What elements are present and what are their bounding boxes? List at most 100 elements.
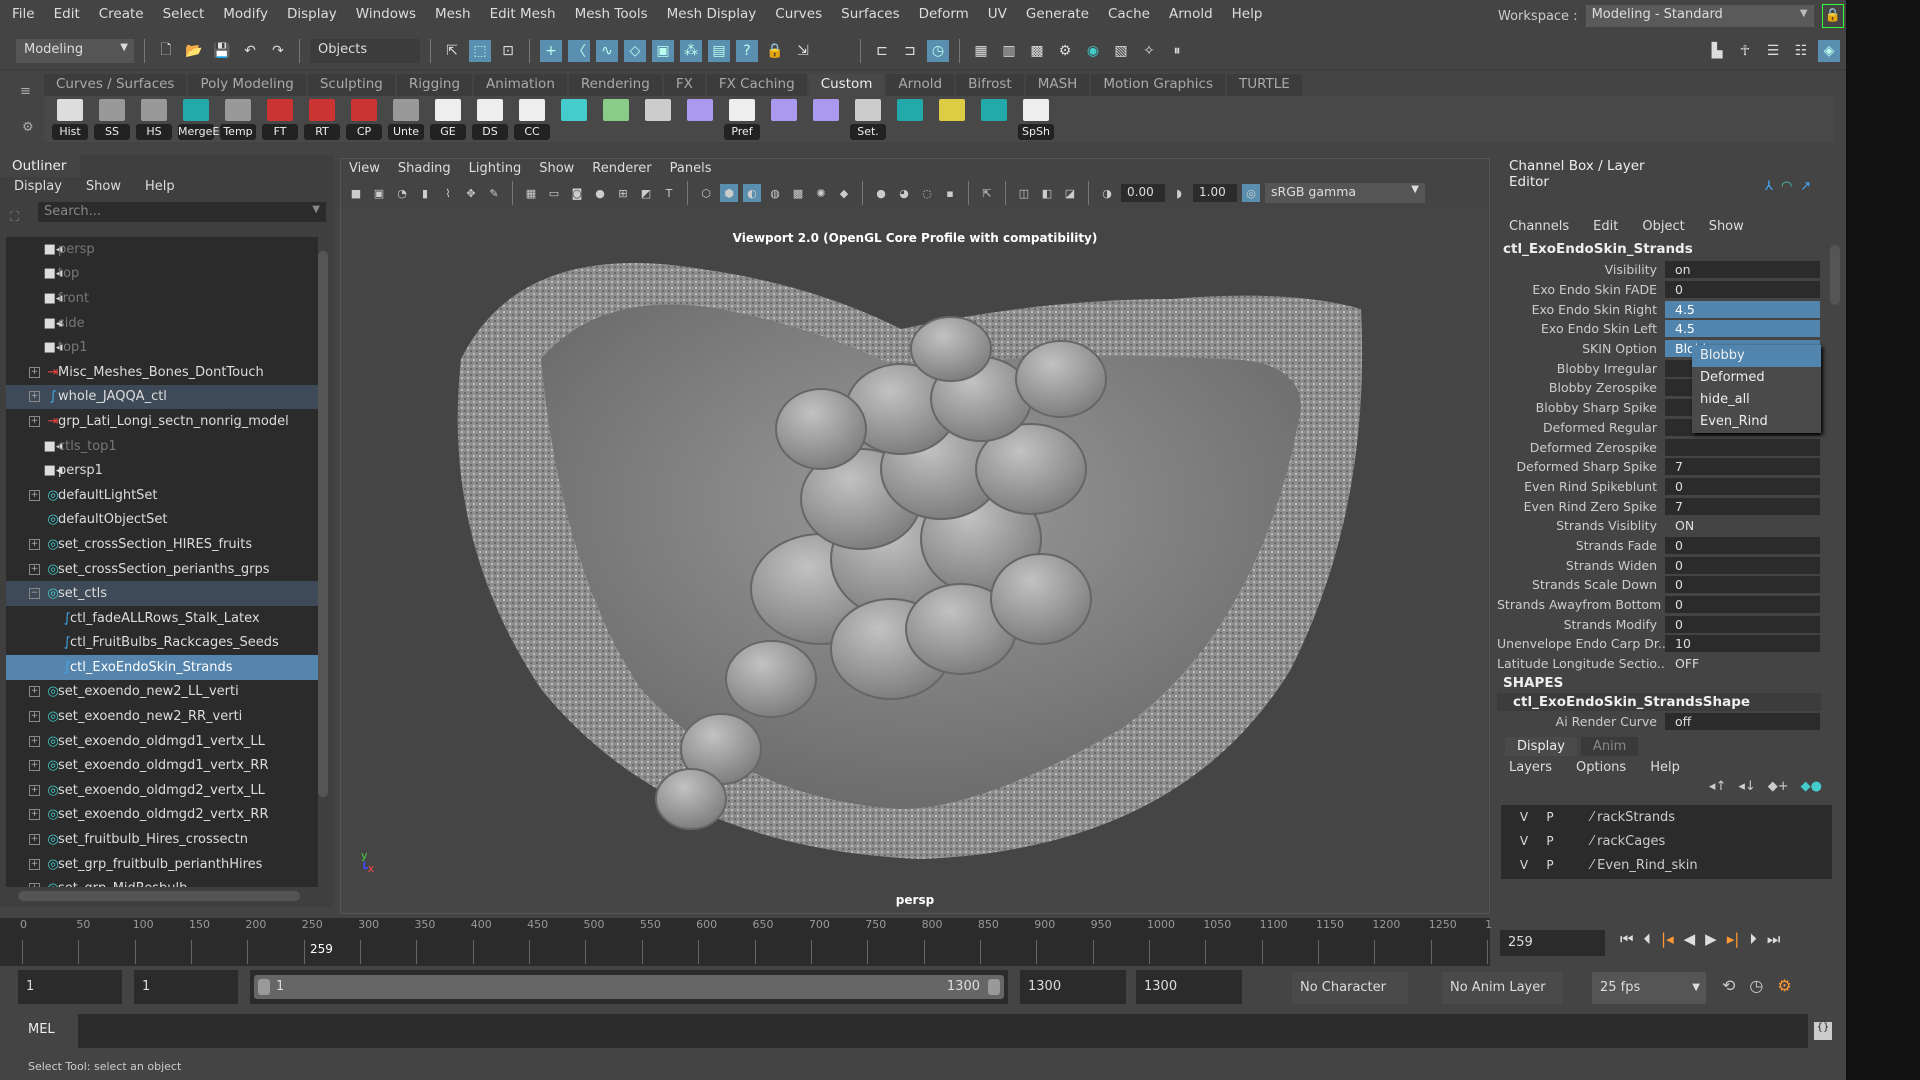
shelf-tool-button[interactable] [892, 96, 928, 140]
xray-icon[interactable]: ◍ [766, 184, 784, 202]
lock-icon[interactable]: 🔒 [1821, 4, 1844, 28]
outliner-item[interactable]: + ◎ set_fruitbulb_Hires_crossectn [6, 827, 318, 852]
shelf-tool-button[interactable] [598, 96, 634, 140]
channel-name[interactable]: Strands Widen [1497, 558, 1665, 573]
new-layer-icon[interactable]: ◆+ [1768, 779, 1789, 801]
outliner-item[interactable]: + ◎ set_exoendo_oldmgd1_vertx_RR [6, 753, 318, 778]
channel-name[interactable]: Deformed Sharp Spike [1497, 459, 1665, 474]
safe-title-icon[interactable]: T [660, 184, 678, 202]
channel-name[interactable]: Exo Endo Skin FADE [1497, 282, 1665, 297]
workspace-dropdown[interactable]: Modeling - Standard [1585, 5, 1814, 27]
snap-point-icon[interactable]: ∿ [596, 39, 618, 62]
visibility-toggle[interactable]: V [1513, 856, 1535, 874]
shelf-button-ds[interactable]: DS [472, 96, 508, 140]
shelf-tool-button[interactable] [766, 96, 802, 140]
history-icon[interactable]: ◷ [927, 39, 949, 62]
select-pick-icon[interactable]: ⇲ [792, 40, 814, 62]
attribute-editor-icon[interactable]: ☰ [1762, 40, 1784, 62]
layer-name[interactable]: rackStrands [1597, 810, 1675, 825]
channel-row[interactable]: Even Rind Zero Spike 7 [1497, 496, 1844, 516]
channel-value-field[interactable]: 4.5 [1665, 320, 1820, 338]
channel-menu-edit[interactable]: Edit [1593, 219, 1618, 234]
channel-row[interactable]: Exo Endo Skin Left 4.5 [1497, 319, 1844, 339]
menu-display[interactable]: Display [287, 6, 337, 22]
wireframe-on-shaded-icon[interactable]: ◐ [743, 184, 761, 202]
layer-menu-options[interactable]: Options [1576, 760, 1626, 775]
render-frame-icon[interactable]: ▦ [970, 40, 992, 62]
menu-uv[interactable]: UV [988, 6, 1007, 22]
outliner-menu-help[interactable]: Help [145, 179, 175, 194]
script-editor-icon[interactable]: {} [1814, 1022, 1832, 1040]
expand-icon[interactable]: + [29, 415, 40, 427]
outliner-item[interactable]: + ◎ defaultLightSet [6, 483, 318, 508]
time-slider[interactable]: 259 0 50 100 150 200 250 300 350 400 450 500 550 600 6… [0, 918, 1492, 966]
channel-value-field[interactable]: 4.5 [1665, 300, 1820, 318]
expand-icon[interactable]: + [29, 686, 40, 698]
image-plane-icon[interactable]: ⌇ [439, 184, 457, 202]
viewport-menu-renderer[interactable]: Renderer [592, 161, 651, 179]
channel-value-field[interactable]: ON [1665, 517, 1820, 534]
selection-mask-dropdown[interactable]: Objects [310, 38, 420, 63]
channel-name[interactable]: Exo Endo Skin Right [1497, 302, 1665, 317]
channel-name[interactable]: Unenvelope Endo Carp Dr... [1497, 636, 1665, 651]
textured-icon[interactable]: ▩ [789, 184, 807, 202]
step-back-key-icon[interactable]: |◂ [1661, 930, 1674, 948]
channel-box-icon[interactable]: ◈ [1818, 40, 1840, 62]
playback-toggle[interactable]: P [1539, 856, 1561, 874]
shelf-tab-fx[interactable]: FX [663, 74, 705, 96]
shelf-tool-button[interactable] [934, 96, 970, 140]
expand-icon[interactable]: + [29, 809, 40, 821]
auto-key-icon[interactable]: ◷ [1749, 976, 1763, 995]
expand-icon[interactable]: + [29, 711, 40, 723]
light-editor-icon[interactable]: ✧ [1138, 40, 1160, 62]
resolution-gate-icon[interactable]: ◙ [568, 184, 586, 202]
dropdown-option-hide-all[interactable]: hide_all [1692, 389, 1821, 411]
outliner-item[interactable]: − ◎ set_ctls [6, 581, 318, 606]
outliner-item[interactable]: ■◂ side [6, 311, 318, 336]
menu-arnold[interactable]: Arnold [1169, 6, 1213, 22]
xray-active-icon[interactable]: ◧ [1038, 184, 1056, 202]
outliner-item[interactable]: + ◎ set_exoendo_new2_RR_verti [6, 704, 318, 729]
channel-name[interactable]: Exo Endo Skin Left [1497, 321, 1665, 336]
layer-name[interactable]: Even_Rind_skin [1597, 858, 1697, 873]
channel-name[interactable]: Even Rind Spikeblunt [1497, 479, 1665, 494]
channel-name[interactable]: Blobby Sharp Spike [1497, 400, 1665, 415]
expand-icon[interactable]: + [29, 760, 40, 772]
expand-icon[interactable]: + [29, 563, 40, 575]
outliner-item[interactable]: ∫ ctl_ExoEndoSkin_Strands [6, 655, 318, 680]
channel-value-field[interactable]: 7 [1665, 458, 1820, 476]
expand-icon[interactable]: + [29, 883, 40, 887]
shelf-tab-bifrost[interactable]: Bifrost [956, 74, 1024, 96]
outliner-item[interactable]: + ⇥ Misc_Meshes_Bones_DontTouch [6, 360, 318, 385]
menu-surfaces[interactable]: Surfaces [841, 6, 899, 22]
outliner-menu-show[interactable]: Show [86, 179, 121, 194]
step-forward-frame-icon[interactable]: ⏵ [1749, 930, 1757, 948]
select-hierarchy-icon[interactable]: ⇱ [441, 40, 463, 62]
menu-set-dropdown[interactable]: Modeling ▼ [16, 38, 134, 63]
display-type-toggle[interactable] [1565, 856, 1587, 874]
fps-dropdown[interactable]: 25 fps ▼ [1592, 972, 1706, 1004]
exposure-field[interactable]: 0.00 [1121, 184, 1165, 202]
shelf-button-ss[interactable]: SS [94, 96, 130, 140]
shelf-tool-button[interactable] [682, 96, 718, 140]
shelf-button-pref[interactable]: Pref [724, 96, 760, 140]
channel-row[interactable]: Ai Render Curve off [1497, 711, 1844, 731]
outliner-item[interactable]: ■◂ top1 [6, 335, 318, 360]
camera-lock-icon[interactable]: ▣ [370, 184, 388, 202]
field-chart-icon[interactable]: ⊞ [614, 184, 632, 202]
isolate-select-icon[interactable]: ⇱ [978, 184, 996, 202]
channel-name[interactable]: Deformed Zerospike [1497, 440, 1665, 455]
render-settings-icon[interactable]: ⚙ [1054, 40, 1076, 62]
shelf-tab-rendering[interactable]: Rendering [568, 74, 662, 96]
outliner-item[interactable]: + ∫ whole_JAQQA_ctl [6, 384, 318, 410]
camera-icon[interactable]: ■ [347, 184, 365, 202]
channel-name[interactable]: SKIN Option [1497, 341, 1665, 356]
shelf-tab-curves-surfaces[interactable]: Curves / Surfaces [44, 74, 187, 96]
save-scene-icon[interactable]: 💾 [211, 40, 233, 62]
playback-start-field[interactable]: 1 [134, 970, 238, 1004]
speed-icon[interactable]: ◠ [1781, 179, 1792, 194]
shelf-button-mergee[interactable]: MergeE [178, 96, 219, 140]
shelf-button-unte[interactable]: Unte [388, 96, 424, 140]
channel-value-field[interactable]: 0 [1665, 556, 1820, 574]
outliner-item[interactable]: ■◂ front [6, 286, 318, 311]
